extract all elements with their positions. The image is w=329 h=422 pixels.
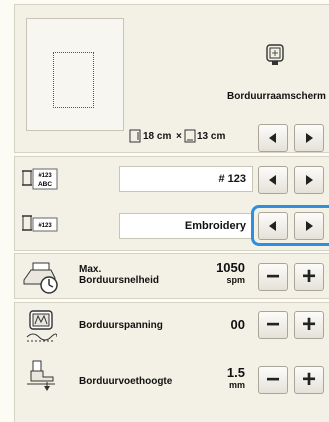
thread-icon-text-top: #123: [38, 173, 52, 179]
tension-decrease-button[interactable]: −: [258, 311, 288, 339]
foot-height-decrease-button[interactable]: −: [258, 366, 288, 394]
speed-decrease-button[interactable]: −: [258, 263, 288, 291]
foot-height-increase-button[interactable]: +: [294, 366, 324, 394]
frame-height-icon: [184, 129, 196, 148]
right-arrow-icon: [306, 133, 313, 143]
speed-label-line1: Max.: [79, 264, 102, 275]
presser-foot-height-icon: [27, 360, 57, 397]
display-icon-text: #123: [38, 223, 52, 229]
thread-number-value: # 123: [119, 166, 253, 192]
thread-display-previous-button[interactable]: [258, 212, 288, 240]
thread-number-icon: #123 ABC: [22, 168, 58, 197]
thread-tension-icon: [25, 309, 58, 348]
right-arrow-icon: [306, 221, 313, 231]
thread-display-value: Embroidery: [119, 213, 253, 239]
frame-width-icon: [129, 129, 141, 148]
display-settings-panel: #123 ABC # 123 #123 Embroidery: [14, 156, 329, 251]
foot-height-label: Borduurvoethoogte: [79, 376, 173, 387]
frame-previous-button[interactable]: [258, 124, 288, 152]
sewing-speed-icon: [21, 260, 61, 299]
speed-panel: Max. Borduursnelheid 1050 spm − +: [14, 253, 329, 299]
tension-label: Borduurspanning: [79, 320, 163, 331]
left-arrow-icon: [269, 221, 276, 231]
frame-settings-panel: Borduurraamscherm 18 cm × 13 cm: [14, 4, 329, 153]
speed-increase-button[interactable]: +: [294, 263, 324, 291]
right-arrow-icon: [306, 175, 313, 185]
thread-icon-text-bottom: ABC: [38, 181, 52, 188]
dimension-times: ×: [176, 131, 182, 142]
embroidery-area-outline: [53, 52, 94, 108]
left-arrow-icon: [269, 175, 276, 185]
foot-height-unit: mm: [228, 380, 245, 390]
left-arrow-icon: [269, 133, 276, 143]
thread-number-next-button[interactable]: [294, 166, 324, 194]
thread-number-previous-button[interactable]: [258, 166, 288, 194]
thread-display-icon: #123: [22, 214, 58, 239]
frame-next-button[interactable]: [294, 124, 324, 152]
tension-value: 00: [230, 317, 245, 332]
speed-value: 1050: [216, 260, 245, 275]
frame-name: Borduurraamscherm: [227, 91, 326, 102]
tension-increase-button[interactable]: +: [294, 311, 324, 339]
tension-panel: Borduurspanning 00 − + Borduurvoethoogte…: [14, 302, 329, 422]
embroidery-frame-icon: [264, 43, 286, 72]
frame-width: 18 cm: [143, 131, 172, 142]
frame-preview: [26, 18, 124, 131]
thread-display-next-button[interactable]: [294, 212, 324, 240]
foot-height-value: 1.5: [226, 365, 245, 380]
speed-unit: spm: [226, 275, 245, 285]
frame-height: 13 cm: [197, 131, 226, 142]
speed-label-line2: Borduursnelheid: [79, 275, 160, 286]
